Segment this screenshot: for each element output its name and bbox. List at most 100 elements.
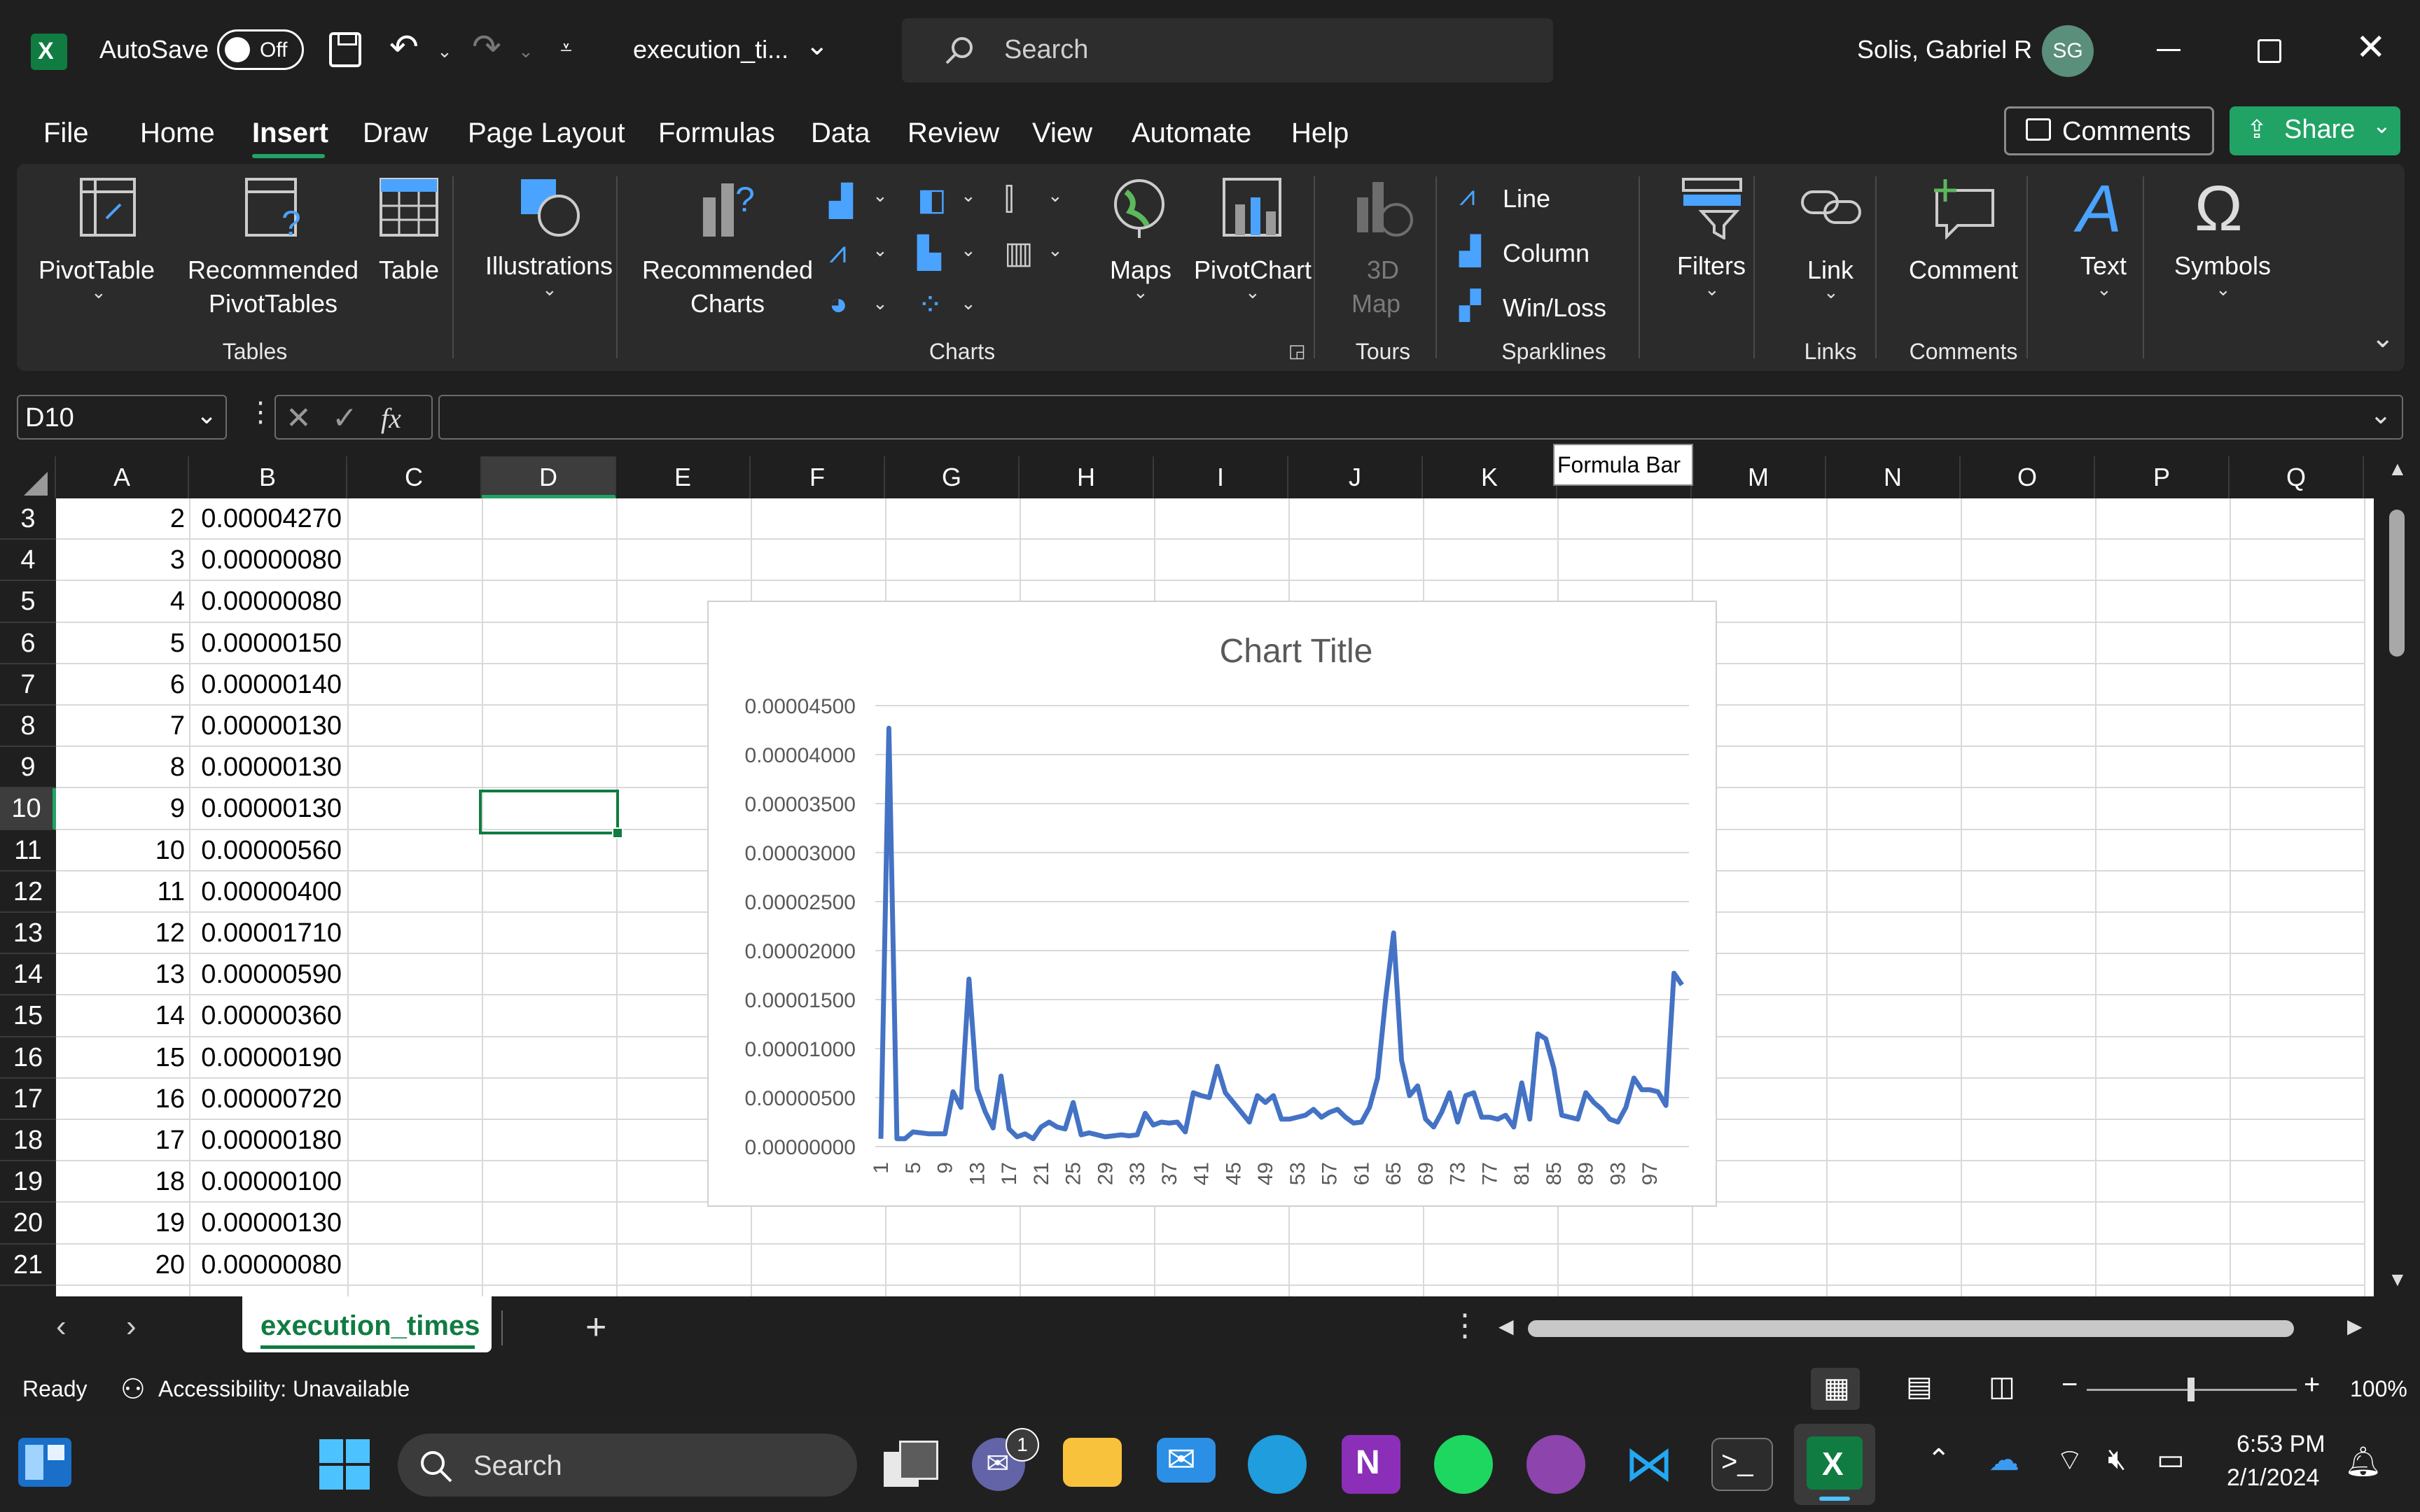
filename-dropdown-icon[interactable]: ⌄ <box>805 29 829 62</box>
normal-view-icon[interactable]: ▦ <box>1811 1368 1860 1410</box>
sparkline-line-button[interactable]: ⩘ Line <box>1459 178 1613 220</box>
column-chart-button[interactable]: ▟ ⌄ <box>822 176 899 223</box>
cell-a16[interactable]: 15 <box>56 1043 185 1073</box>
text-button[interactable]: A Text ⌄ <box>2040 172 2167 309</box>
cell-a21[interactable]: 20 <box>56 1250 185 1280</box>
cell-b19[interactable]: 0.00000100 <box>189 1167 342 1197</box>
next-sheet-icon[interactable]: › <box>126 1309 137 1344</box>
cell-a8[interactable]: 7 <box>56 711 185 741</box>
cell-a14[interactable]: 13 <box>56 960 185 990</box>
cell-a5[interactable]: 4 <box>56 587 185 617</box>
cell-b13[interactable]: 0.00001710 <box>189 918 342 948</box>
terminal-icon[interactable]: >_ <box>1711 1438 1773 1491</box>
new-comment-button[interactable]: Comment <box>1886 176 2040 309</box>
undo-dropdown-icon[interactable]: ⌄ <box>437 41 452 62</box>
avatar[interactable]: SG <box>2042 25 2094 77</box>
tab-automate[interactable]: Automate <box>1132 118 1251 149</box>
link-button[interactable]: Link ⌄ <box>1767 176 1893 309</box>
name-box[interactable]: D10 ⌄ <box>17 395 227 440</box>
tab-page-layout[interactable]: Page Layout <box>468 118 625 149</box>
combo-chart-button[interactable]: ▥ ⌄ <box>997 231 1074 277</box>
cell-b7[interactable]: 0.00000140 <box>189 670 342 700</box>
save-icon[interactable] <box>329 32 361 67</box>
restore-icon[interactable] <box>2258 39 2281 63</box>
formula-input[interactable]: ⌄ <box>438 395 2403 440</box>
waterfall-chart-button[interactable]: ⫿ ⌄ <box>997 176 1074 223</box>
row-header-20[interactable]: 20 <box>0 1203 56 1245</box>
zoom-in-icon[interactable]: + <box>2304 1369 2320 1401</box>
cell-b11[interactable]: 0.00000560 <box>189 836 342 866</box>
table-button[interactable]: Table <box>360 176 458 309</box>
close-icon[interactable]: ✕ <box>2356 27 2386 69</box>
collapse-ribbon-icon[interactable]: ⌄ <box>2371 322 2395 354</box>
row-header-5[interactable]: 5 <box>0 581 56 623</box>
zoom-slider-thumb[interactable] <box>2188 1378 2195 1401</box>
prev-sheet-icon[interactable]: ‹ <box>56 1309 67 1344</box>
column-header-a[interactable]: A <box>56 456 189 498</box>
tab-view[interactable]: View <box>1032 118 1092 149</box>
wifi-icon[interactable]: ⌔ <box>2056 1442 2083 1479</box>
formula-options-icon[interactable]: ⋮ <box>246 396 274 428</box>
filters-button[interactable]: Filters ⌄ <box>1648 176 1774 309</box>
cell-a17[interactable]: 16 <box>56 1084 185 1114</box>
share-button[interactable]: ⇪ Share ⌄ <box>2230 106 2400 155</box>
row-header-6[interactable]: 6 <box>0 622 56 664</box>
cell-b3[interactable]: 0.00004270 <box>189 504 342 534</box>
pivotchart-button[interactable]: PivotChart ⌄ <box>1179 176 1326 309</box>
tab-help[interactable]: Help <box>1291 118 1349 149</box>
minimize-icon[interactable] <box>2157 49 2181 51</box>
cell-a7[interactable]: 6 <box>56 670 185 700</box>
vscode-icon[interactable]: ⋈ <box>1619 1435 1678 1494</box>
comments-button[interactable]: Comments <box>2004 106 2214 155</box>
scroll-down-icon[interactable]: ▼ <box>2388 1268 2407 1291</box>
recommended-pivottables-button[interactable]: ? Recommended PivotTables <box>168 176 378 318</box>
row-header-14[interactable]: 14 <box>0 954 56 996</box>
column-header-o[interactable]: O <box>1961 456 2095 498</box>
sheet-tab-execution-times[interactable]: execution_times <box>242 1296 492 1352</box>
cell-b9[interactable]: 0.00000130 <box>189 752 342 783</box>
cell-b21[interactable]: 0.00000080 <box>189 1250 342 1280</box>
notifications-bell-icon[interactable]: 🔔︎ <box>2344 1445 2381 1479</box>
fill-handle[interactable] <box>612 827 623 839</box>
row-header-15[interactable]: 15 <box>0 995 56 1037</box>
file-name[interactable]: execution_ti... <box>633 35 788 64</box>
volume-muted-icon[interactable]: 🔇︎ <box>2108 1442 2126 1476</box>
tab-formulas[interactable]: Formulas <box>658 118 775 149</box>
spotify-icon[interactable] <box>1434 1435 1493 1494</box>
row-header-3[interactable]: 3 <box>0 498 56 540</box>
cell-b17[interactable]: 0.00000720 <box>189 1084 342 1114</box>
cell-b14[interactable]: 0.00000590 <box>189 960 342 990</box>
scroll-left-icon[interactable]: ◀ <box>1498 1315 1514 1338</box>
column-header-g[interactable]: G <box>885 456 1020 498</box>
column-header-e[interactable]: E <box>616 456 751 498</box>
cell-b12[interactable]: 0.00000400 <box>189 877 342 907</box>
tab-review[interactable]: Review <box>908 118 999 149</box>
tab-home[interactable]: Home <box>140 118 215 149</box>
tab-file[interactable]: File <box>43 118 88 149</box>
pivottable-button[interactable]: PivotTable ⌄ <box>27 176 167 309</box>
user-name[interactable]: Solis, Gabriel R <box>1857 35 2032 64</box>
3d-map-button[interactable]: 3D Map <box>1323 176 1442 318</box>
cell-a12[interactable]: 11 <box>56 877 185 907</box>
cell-b10[interactable]: 0.00000130 <box>189 794 342 824</box>
onedrive-icon[interactable]: ☁ <box>1989 1442 2019 1478</box>
cell-a10[interactable]: 9 <box>56 794 185 824</box>
cell-b5[interactable]: 0.00000080 <box>189 587 342 617</box>
row-header-17[interactable]: 17 <box>0 1078 56 1120</box>
accessibility-icon[interactable]: ⚇ <box>120 1373 146 1406</box>
zoom-out-icon[interactable]: − <box>2061 1369 2078 1401</box>
cell-a11[interactable]: 10 <box>56 836 185 866</box>
column-header-m[interactable]: M <box>1692 456 1826 498</box>
sparkline-column-button[interactable]: ▟ Column <box>1459 232 1627 274</box>
scroll-right-icon[interactable]: ▶ <box>2347 1315 2363 1338</box>
row-header-13[interactable]: 13 <box>0 913 56 955</box>
github-desktop-icon[interactable] <box>1527 1435 1585 1494</box>
chart[interactable]: Chart Title 0.00000000 0.00000500 0.0000100… <box>707 601 1717 1207</box>
column-header-i[interactable]: I <box>1154 456 1288 498</box>
cell-a6[interactable]: 5 <box>56 629 185 659</box>
tab-data[interactable]: Data <box>811 118 870 149</box>
edge-icon[interactable] <box>1248 1435 1307 1494</box>
start-icon[interactable] <box>318 1438 371 1491</box>
excel-taskbar-active[interactable]: X <box>1794 1424 1875 1505</box>
statistic-chart-button[interactable]: ▙ ⌄ <box>910 231 987 277</box>
